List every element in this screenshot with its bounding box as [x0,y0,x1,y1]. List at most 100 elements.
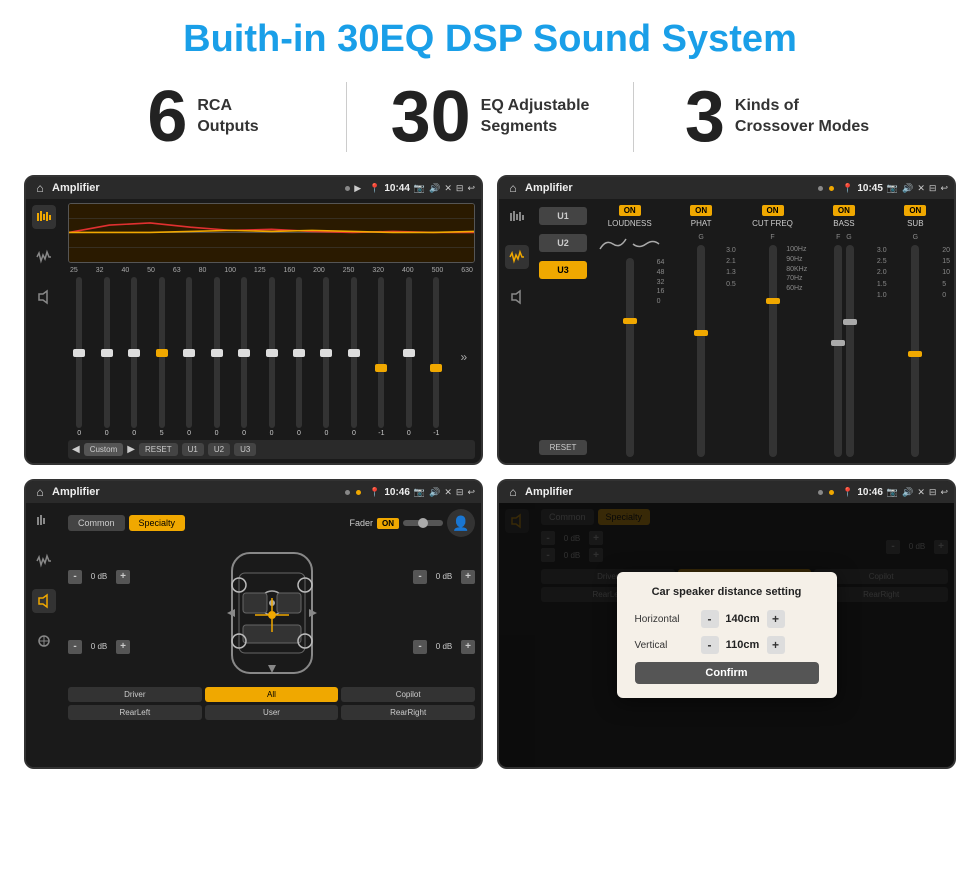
amp2-preset-u3[interactable]: U3 [539,261,587,279]
dialog-horizontal-value: 140cm [723,613,763,625]
amp2-cutfreq-toggle[interactable]: ON [762,205,784,216]
cross-sidebar-icon3[interactable] [32,589,56,613]
cross-db2-minus[interactable]: - [68,640,82,654]
cross-right-controls: - 0 dB + - 0 dB + [413,543,475,683]
amp2-preset-u1[interactable]: U1 [539,207,587,225]
cross-left-controls: - 0 dB + - 0 dB + [68,543,130,683]
cross-home-icon[interactable]: ⌂ [32,484,48,500]
eq-slider-50[interactable]: 5 [150,277,172,437]
cross-sidebar-icon1[interactable] [32,509,56,533]
eq-more-icon[interactable]: » [453,277,475,437]
cross-btn-copilot[interactable]: Copilot [341,687,475,702]
amp2-sub-toggle[interactable]: ON [904,205,926,216]
cross-tabs-row: Common Specialty Fader ON 👤 [68,509,475,537]
cross-btn-all[interactable]: All [205,687,339,702]
dialog-home-icon[interactable]: ⌂ [505,484,521,500]
cross-app-name: Amplifier [52,486,341,498]
cross-db3-plus[interactable]: + [461,570,475,584]
dialog-horizontal-plus[interactable]: + [767,610,785,628]
cross-sidebar-icon2[interactable] [32,549,56,573]
back-icon[interactable]: ↩ [467,183,475,194]
eq-slider-500[interactable]: -1 [425,277,447,437]
amp2-bass-toggle[interactable]: ON [833,205,855,216]
home-icon[interactable]: ⌂ [32,180,48,196]
eq-slider-25[interactable]: 0 [68,277,90,437]
amp2-back-icon[interactable]: ↩ [940,183,948,194]
cross-db4-minus[interactable]: - [413,640,427,654]
amp2-cutfreq-label: CUT FREQ [752,219,793,228]
stat-rca-text: RCAOutputs [197,96,258,138]
amp2-sidebar-icon2[interactable] [505,245,529,269]
dialog-back-icon[interactable]: ↩ [940,487,948,498]
eq-sidebar-wave-icon[interactable] [32,245,56,269]
dialog-time: 10:46 [857,487,883,498]
cross-db4-plus[interactable]: + [461,640,475,654]
eq-slider-32[interactable]: 0 [95,277,117,437]
cross-btn-rearleft[interactable]: RearLeft [68,705,202,720]
eq-preset-custom[interactable]: Custom [84,443,124,456]
cross-db1-minus[interactable]: - [68,570,82,584]
eq-slider-80[interactable]: 0 [205,277,227,437]
amp2-preset-u2[interactable]: U2 [539,234,587,252]
amp2-phat-toggle[interactable]: ON [690,205,712,216]
cross-db3-minus[interactable]: - [413,570,427,584]
amp2-loudness-toggle[interactable]: ON [619,205,641,216]
dialog-horizontal-minus[interactable]: - [701,610,719,628]
eq-slider-200[interactable]: 0 [315,277,337,437]
eq-slider-400[interactable]: 0 [398,277,420,437]
amp2-sidebar-icon3[interactable] [505,285,529,309]
eq-next-icon[interactable]: ▶ [127,444,135,455]
dialog-confirm-button[interactable]: Confirm [635,662,819,684]
eq-prev-icon[interactable]: ◀ [72,444,80,455]
dialog-volume-icon: 🔊 [902,487,913,498]
eq-slider-160[interactable]: 0 [288,277,310,437]
volume-icon: 🔊 [429,183,440,194]
cross-db4-val: 0 dB [430,642,458,651]
dialog-close-icon: ✕ [917,487,925,498]
dialog-vertical-minus[interactable]: - [701,636,719,654]
dialog-vertical-plus[interactable]: + [767,636,785,654]
amp2-home-icon[interactable]: ⌂ [505,180,521,196]
screens-grid: ⌂ Amplifier ▶ 📍 10:44 📷 🔊 ✕ ⊟ ↩ [0,167,980,779]
eq-graph [68,203,475,263]
amp2-presets: U1 U2 U3 RESET [535,199,591,463]
eq-u2-btn[interactable]: U2 [208,443,230,456]
cross-db1-plus[interactable]: + [116,570,130,584]
amp2-reset-btn[interactable]: RESET [539,440,587,455]
minimize-icon: ⊟ [456,183,464,194]
cross-db2-plus[interactable]: + [116,640,130,654]
cross-tab-specialty[interactable]: Specialty [129,515,186,531]
eq-slider-100[interactable]: 0 [233,277,255,437]
cross-fader-toggle[interactable]: ON [377,518,399,529]
cross-person-icon[interactable]: 👤 [447,509,475,537]
cross-btn-driver[interactable]: Driver [68,687,202,702]
cross-btn-rearright[interactable]: RearRight [341,705,475,720]
amp2-sidebar-icon1[interactable] [505,205,529,229]
cross-sidebar-icon4[interactable] [32,629,56,653]
cross-minimize-icon: ⊟ [456,487,464,498]
dialog-box: Car speaker distance setting Horizontal … [617,572,837,698]
eq-sidebar-speaker-icon[interactable] [32,285,56,309]
cross-volume-icon: 🔊 [429,487,440,498]
cross-fader-slider[interactable] [403,520,443,526]
amp2-sidebar [499,199,535,463]
dialog-dot1 [818,490,823,495]
cross-tab-common[interactable]: Common [68,515,125,531]
eq-u3-btn[interactable]: U3 [234,443,256,456]
pin-icon: 📍 [369,183,380,194]
stat-crossover: 3 Kinds ofCrossover Modes [634,81,920,153]
eq-slider-40[interactable]: 0 [123,277,145,437]
eq-u1-btn[interactable]: U1 [182,443,204,456]
cross-status-bar: ⌂ Amplifier 📍 10:46 📷 🔊 ✕ ⊟ ↩ [26,481,481,503]
eq-slider-125[interactable]: 0 [260,277,282,437]
dialog-horizontal-control: - 140cm + [701,610,785,628]
cross-fader-label: Fader [349,518,373,528]
eq-slider-63[interactable]: 0 [178,277,200,437]
eq-sidebar-eq-icon[interactable] [32,205,56,229]
cross-db3-val: 0 dB [430,572,458,581]
cross-back-icon[interactable]: ↩ [467,487,475,498]
cross-btn-user[interactable]: User [205,705,339,720]
eq-reset-btn[interactable]: RESET [139,443,178,456]
eq-slider-250[interactable]: 0 [343,277,365,437]
eq-slider-320[interactable]: -1 [370,277,392,437]
